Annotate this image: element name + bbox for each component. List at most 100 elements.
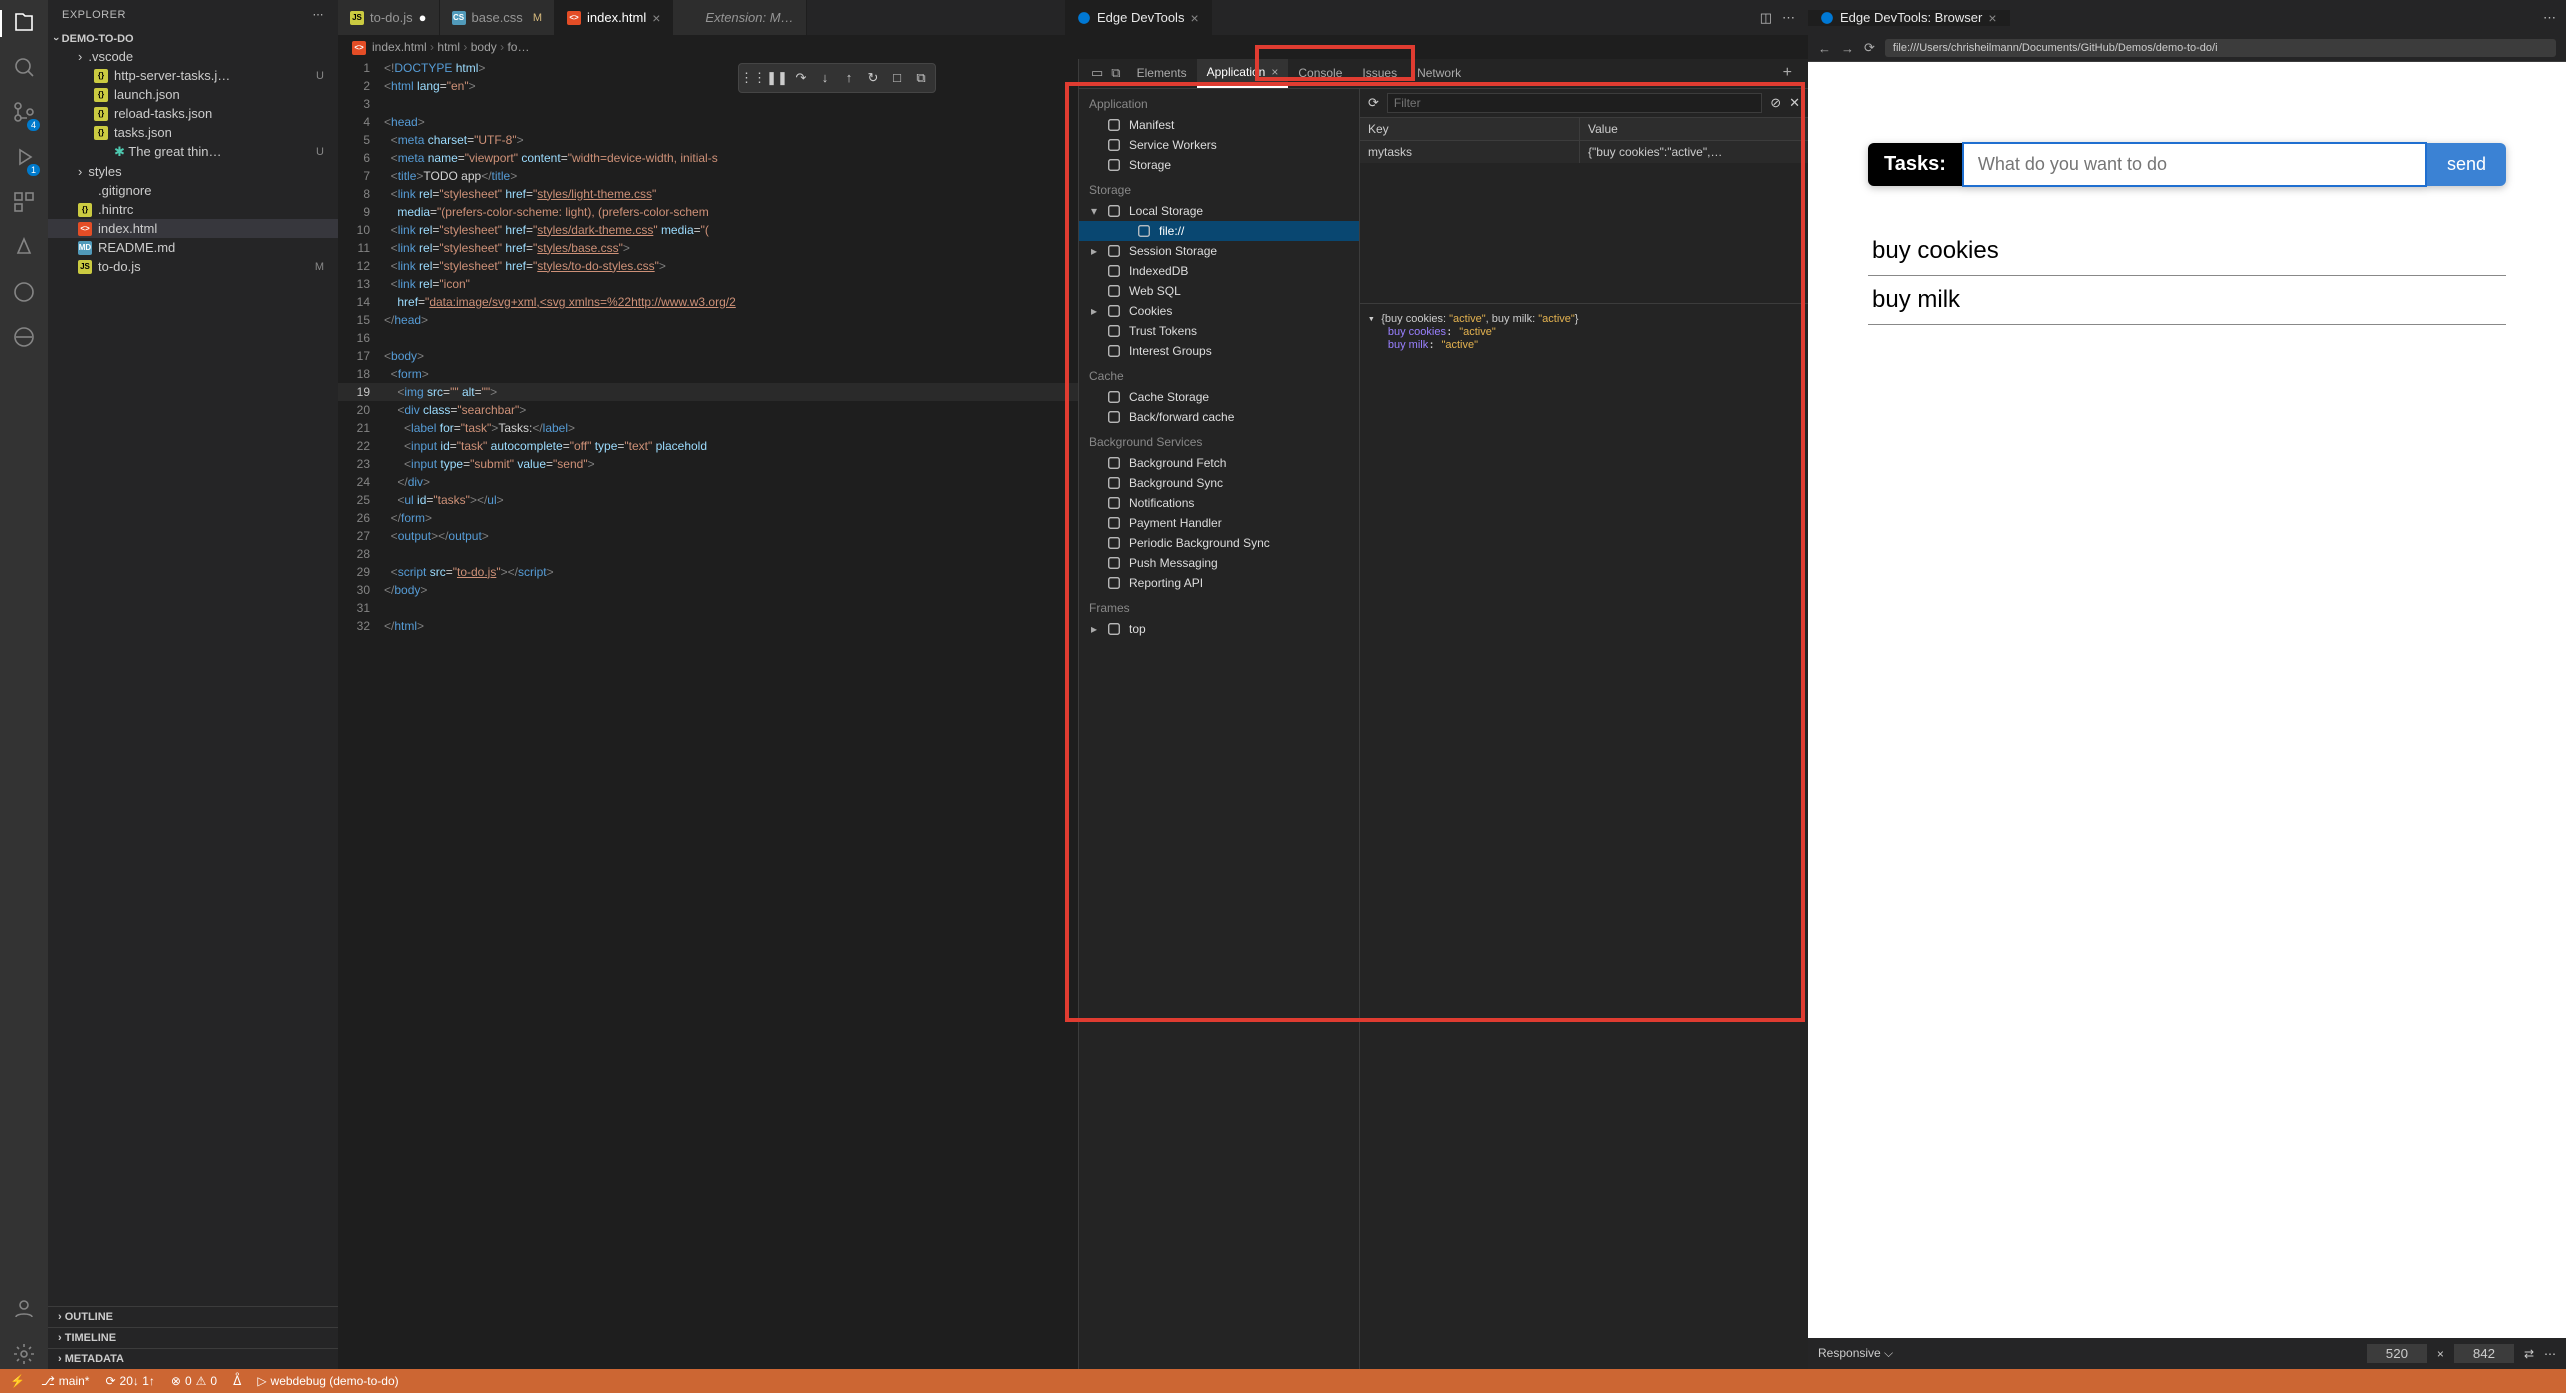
- file-item[interactable]: {}tasks.json: [48, 123, 338, 142]
- editor-tab[interactable]: JSto-do.js●: [338, 0, 440, 35]
- clear-icon[interactable]: ⊘: [1770, 95, 1781, 111]
- url-bar[interactable]: file:///Users/chrisheilmann/Documents/Gi…: [1885, 39, 2556, 57]
- back-button[interactable]: ←: [1818, 41, 1831, 56]
- detach-button[interactable]: ⧉: [910, 67, 932, 89]
- git-sync[interactable]: ⟳ 20↓ 1↑: [105, 1374, 154, 1388]
- responsive-dropdown[interactable]: Responsive ⌵: [1818, 1346, 1893, 1361]
- app-sidebar-item[interactable]: Back/forward cache: [1079, 407, 1359, 427]
- sidebar-section[interactable]: OUTLINE: [48, 1306, 338, 1327]
- file-item[interactable]: styles: [48, 162, 338, 181]
- sidebar-more-icon[interactable]: ⋯: [313, 8, 325, 21]
- activity-github[interactable]: [12, 280, 36, 307]
- close-icon[interactable]: ×: [652, 10, 660, 26]
- activity-settings[interactable]: [12, 1342, 36, 1369]
- problems[interactable]: ⊗ 0 ⚠ 0: [171, 1374, 217, 1388]
- devtools-tab[interactable]: Elements: [1127, 59, 1197, 88]
- app-sidebar-item[interactable]: Reporting API: [1079, 573, 1359, 593]
- app-sidebar-item[interactable]: Storage: [1079, 155, 1359, 175]
- devtools-tab[interactable]: Application×: [1197, 59, 1289, 88]
- git-branch[interactable]: ⎇ main*: [41, 1374, 90, 1388]
- step-over-button[interactable]: ↷: [790, 67, 812, 89]
- app-sidebar-item[interactable]: file://: [1079, 221, 1359, 241]
- project-name[interactable]: DEMO-TO-DO: [48, 31, 338, 47]
- app-sidebar-item[interactable]: ▸Cookies: [1079, 301, 1359, 321]
- edge-devtools-tab[interactable]: Edge DevTools ×: [1065, 0, 1212, 35]
- reload-button[interactable]: ⟳: [1864, 40, 1875, 56]
- file-item[interactable]: {}reload-tasks.json: [48, 104, 338, 123]
- activity-account[interactable]: [12, 1297, 36, 1324]
- devtools-tab[interactable]: Console: [1288, 59, 1352, 88]
- editor-tab[interactable]: <>index.html×: [555, 0, 673, 35]
- viewport-height[interactable]: [2454, 1344, 2514, 1363]
- dock-icon[interactable]: ⧉: [1111, 65, 1120, 81]
- stop-button[interactable]: □: [886, 67, 908, 89]
- device-toolbar-icon[interactable]: ▭: [1091, 65, 1103, 81]
- app-sidebar-item[interactable]: Service Workers: [1079, 135, 1359, 155]
- viewport-width[interactable]: [2367, 1344, 2427, 1363]
- more-icon[interactable]: ⋯: [2543, 10, 2556, 26]
- code-editor[interactable]: ⋮⋮ ❚❚ ↷ ↓ ↑ ↻ □ ⧉ 1<!DOCTYPE html>2<html…: [338, 59, 1078, 1370]
- close-icon[interactable]: ×: [1988, 10, 1996, 26]
- app-sidebar-item[interactable]: Background Fetch: [1079, 453, 1359, 473]
- file-item[interactable]: MDREADME.md: [48, 238, 338, 257]
- sidebar-section[interactable]: TIMELINE: [48, 1327, 338, 1348]
- file-item[interactable]: .gitignore: [48, 181, 338, 200]
- file-item[interactable]: JSto-do.jsM: [48, 257, 338, 276]
- editor-tab[interactable]: Extension: M…: [673, 0, 806, 35]
- add-tab-button[interactable]: +: [1773, 64, 1802, 82]
- send-button[interactable]: send: [2427, 143, 2506, 186]
- app-sidebar-item[interactable]: Web SQL: [1079, 281, 1359, 301]
- refresh-icon[interactable]: ⟳: [1368, 95, 1379, 111]
- app-sidebar-item[interactable]: Cache Storage: [1079, 387, 1359, 407]
- activity-debug[interactable]: 1: [12, 145, 36, 172]
- step-out-button[interactable]: ↑: [838, 67, 860, 89]
- step-into-button[interactable]: ↓: [814, 67, 836, 89]
- webhint-icon[interactable]: ᐂ: [233, 1374, 241, 1388]
- app-sidebar-item[interactable]: ▸Session Storage: [1079, 241, 1359, 261]
- object-preview[interactable]: ▾ {buy cookies: "active", buy milk: "act…: [1360, 303, 1808, 1370]
- task-input[interactable]: [1962, 142, 2427, 187]
- filter-input[interactable]: [1387, 93, 1762, 113]
- activity-scm[interactable]: 4: [12, 100, 36, 127]
- debug-target[interactable]: ▷ webdebug (demo-to-do): [257, 1374, 398, 1388]
- close-icon[interactable]: ×: [1271, 65, 1278, 79]
- app-sidebar-item[interactable]: Push Messaging: [1079, 553, 1359, 573]
- breadcrumbs[interactable]: <> index.html › html › body › fo…: [338, 35, 1808, 59]
- app-sidebar-item[interactable]: Manifest: [1079, 115, 1359, 135]
- activity-explorer[interactable]: [12, 10, 36, 37]
- app-sidebar-item[interactable]: Trust Tokens: [1079, 321, 1359, 341]
- file-item[interactable]: {}http-server-tasks.j…U: [48, 66, 338, 85]
- activity-azure[interactable]: [12, 235, 36, 262]
- devtools-tab[interactable]: Network: [1407, 59, 1471, 88]
- more-icon[interactable]: ⋯: [2544, 1347, 2556, 1361]
- activity-extensions[interactable]: [12, 190, 36, 217]
- app-sidebar-item[interactable]: Background Sync: [1079, 473, 1359, 493]
- devtools-tab[interactable]: Issues: [1352, 59, 1407, 88]
- more-icon[interactable]: ⋯: [1782, 10, 1795, 26]
- app-sidebar-item[interactable]: Interest Groups: [1079, 341, 1359, 361]
- pause-button[interactable]: ❚❚: [766, 67, 788, 89]
- app-sidebar-item[interactable]: Notifications: [1079, 493, 1359, 513]
- app-sidebar-item[interactable]: ▸top: [1079, 619, 1359, 639]
- file-item[interactable]: .vscode: [48, 47, 338, 66]
- app-sidebar-item[interactable]: Periodic Background Sync: [1079, 533, 1359, 553]
- app-sidebar-item[interactable]: Payment Handler: [1079, 513, 1359, 533]
- close-icon[interactable]: ✕: [1789, 95, 1800, 111]
- sidebar-section[interactable]: METADATA: [48, 1348, 338, 1369]
- file-item[interactable]: ✱ The great thin…U: [48, 142, 338, 162]
- restart-button[interactable]: ↻: [862, 67, 884, 89]
- storage-row[interactable]: mytasks{"buy cookies":"active",…: [1360, 141, 1808, 163]
- forward-button[interactable]: →: [1841, 41, 1854, 56]
- split-editor-icon[interactable]: ◫: [1760, 10, 1772, 26]
- remote-button[interactable]: ⚡: [10, 1374, 25, 1388]
- close-icon[interactable]: ×: [1190, 10, 1198, 26]
- editor-tab[interactable]: CSbase.css: [440, 0, 555, 35]
- browser-viewport[interactable]: Tasks: send buy cookiesbuy milk: [1808, 62, 2566, 1338]
- rotate-icon[interactable]: ⇄: [2524, 1347, 2534, 1361]
- app-sidebar-item[interactable]: ▾Local Storage: [1079, 201, 1359, 221]
- task-item[interactable]: buy cookies: [1868, 227, 2506, 276]
- activity-edge[interactable]: [12, 325, 36, 352]
- file-item[interactable]: <>index.html: [48, 219, 338, 238]
- file-item[interactable]: {}launch.json: [48, 85, 338, 104]
- app-sidebar-item[interactable]: IndexedDB: [1079, 261, 1359, 281]
